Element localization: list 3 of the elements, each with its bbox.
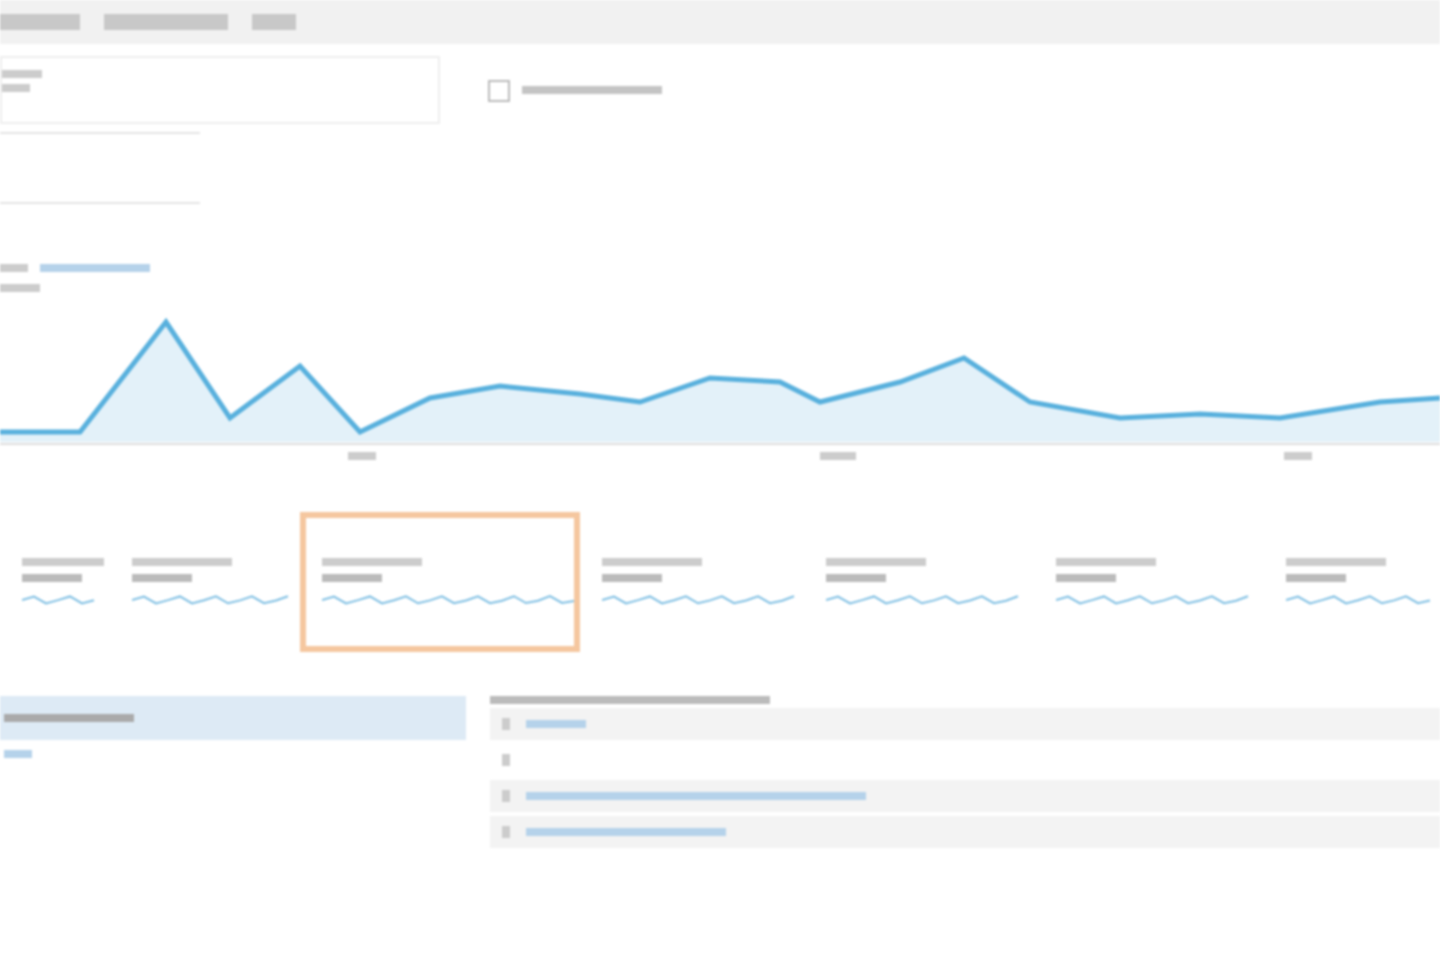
list-item[interactable] <box>0 696 466 740</box>
metric-card[interactable] <box>300 512 580 652</box>
checkbox[interactable] <box>488 79 510 101</box>
